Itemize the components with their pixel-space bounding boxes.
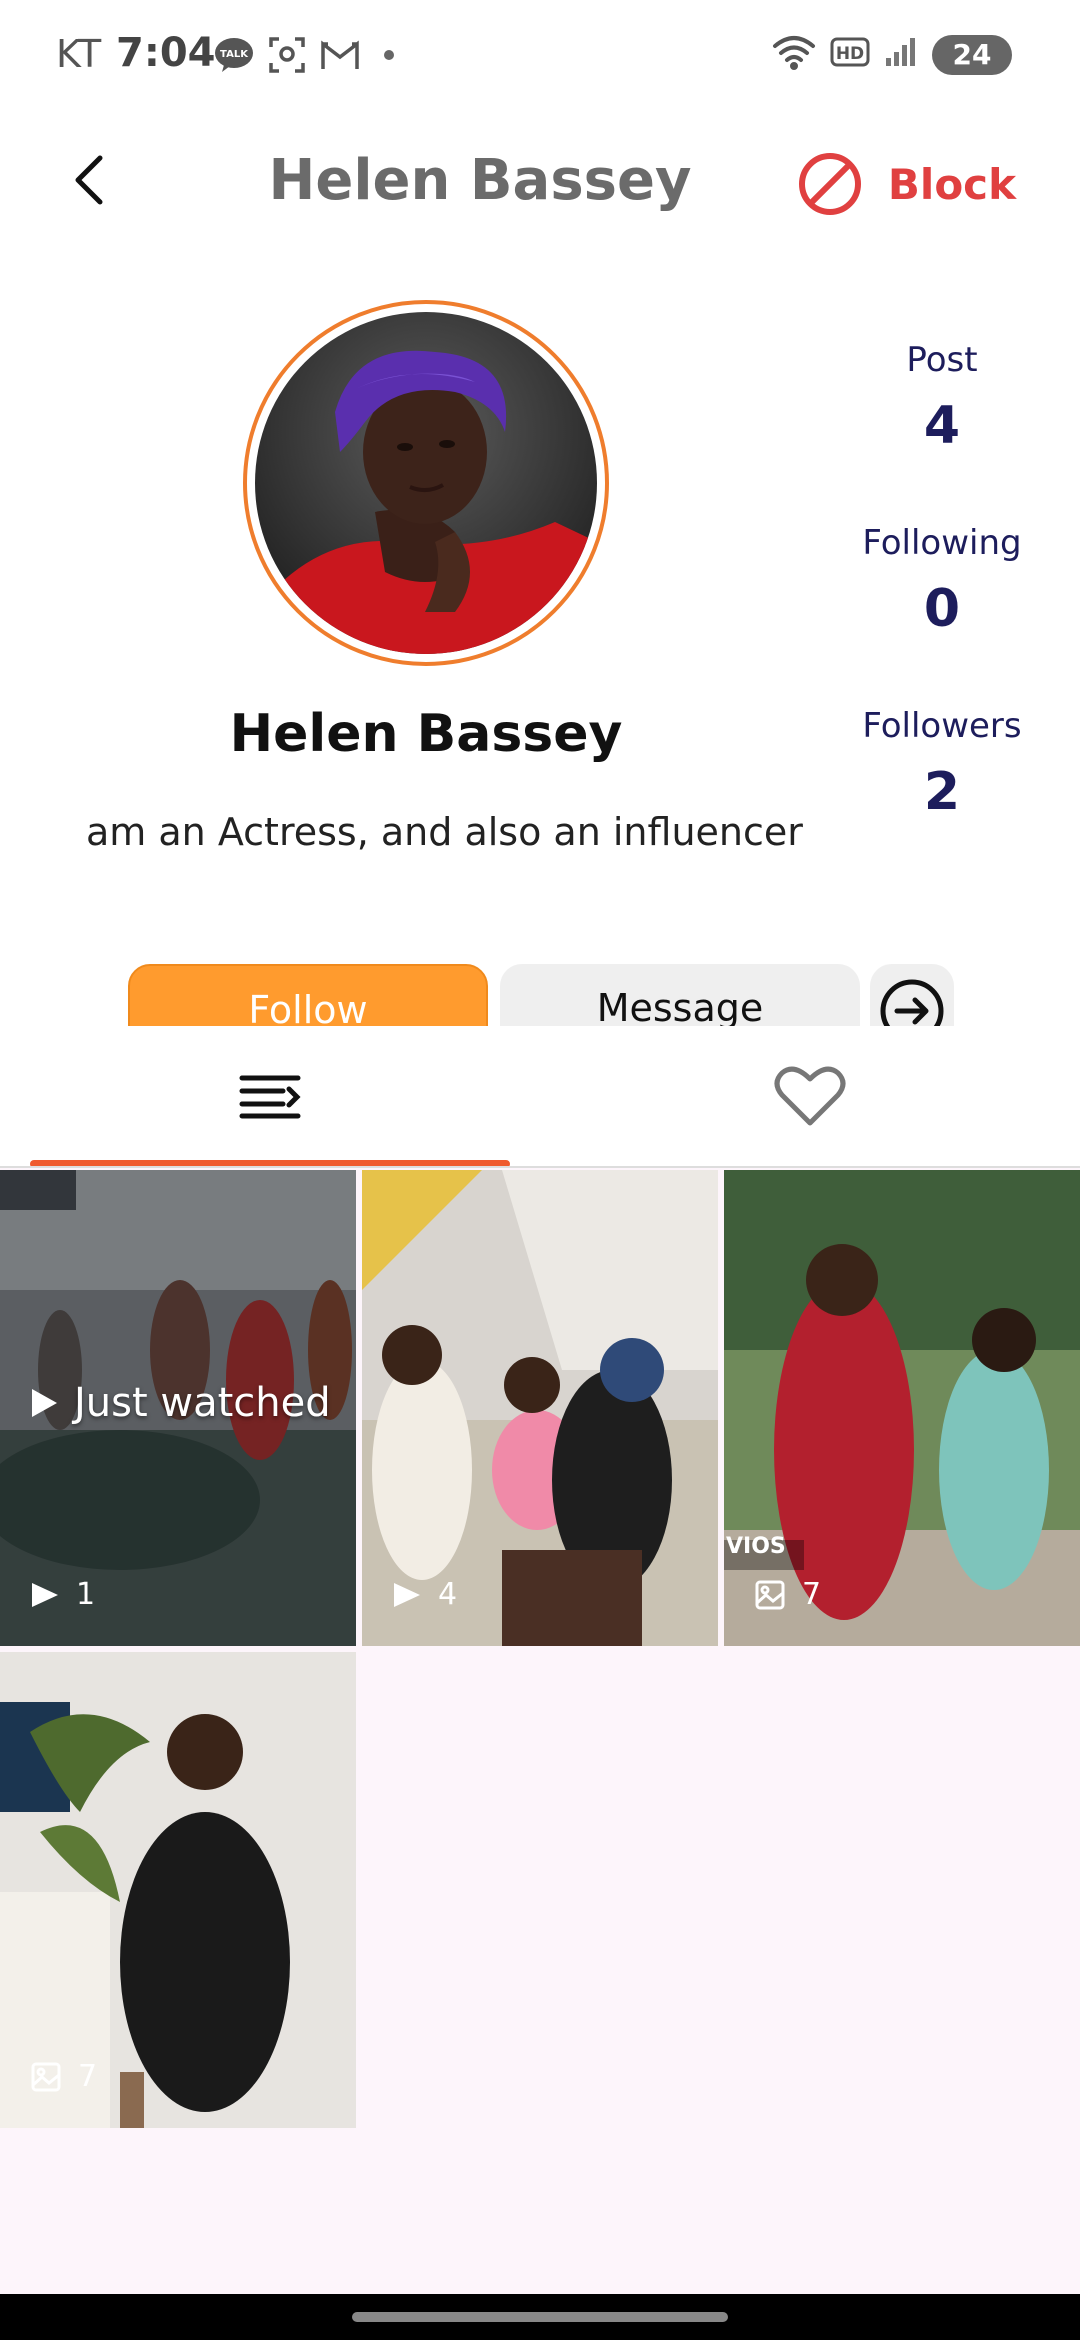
gmail-icon — [320, 39, 360, 76]
stat-posts-value: 4 — [923, 396, 961, 456]
grid-tile-1[interactable]: Just watched 1 — [0, 1170, 356, 1646]
arrow-right-circle-icon — [880, 979, 944, 1026]
share-button[interactable] — [870, 964, 954, 1026]
feed-list-icon — [239, 1075, 301, 1119]
stat-posts-label: Post — [906, 340, 978, 380]
image-icon — [755, 1580, 785, 1609]
block-label: Block — [887, 159, 1016, 209]
wifi-icon — [772, 34, 816, 75]
image-count: 7 — [78, 2059, 98, 2094]
couple-outdoor-thumbnail — [724, 1170, 1080, 1646]
play-icon — [394, 1582, 420, 1607]
view-count-badge: 4 — [392, 1577, 457, 1612]
stat-posts[interactable]: Post 4 — [842, 340, 1042, 456]
stat-following-label: Following — [862, 523, 1022, 563]
profile-name: Helen Bassey — [229, 704, 623, 764]
carrier-label: KT — [56, 32, 102, 76]
block-button[interactable]: Block — [798, 152, 1016, 216]
system-nav-bar — [0, 2294, 1080, 2340]
action-buttons: Follow Message — [0, 964, 1080, 1026]
avatar — [255, 312, 597, 654]
play-icon — [32, 1389, 57, 1417]
home-indicator[interactable] — [352, 2312, 728, 2322]
status-bar: KT 7:04 TALK HD 24 — [0, 0, 1080, 110]
play-icon — [32, 1582, 58, 1607]
grid-tile-2[interactable]: 4 — [362, 1170, 718, 1646]
image-count-badge: 7 — [754, 1577, 821, 1612]
tab-divider — [0, 1166, 1080, 1168]
image-icon — [31, 2062, 61, 2091]
view-count-badge: 1 — [30, 1577, 95, 1612]
notification-dot-icon — [374, 45, 404, 70]
grid-tile-4[interactable]: 7 — [0, 1652, 356, 2128]
talk-icon: TALK — [214, 37, 254, 78]
talk-icon-text: TALK — [220, 49, 249, 60]
avatar-ring[interactable] — [243, 300, 609, 666]
sofa-friends-thumbnail — [362, 1170, 718, 1646]
block-icon — [798, 153, 861, 215]
stat-followers[interactable]: Followers 2 — [842, 706, 1042, 822]
view-count: 4 — [438, 1577, 458, 1612]
hd-badge-text: HD — [836, 44, 864, 64]
view-count: 1 — [76, 1577, 96, 1612]
message-button[interactable]: Message — [500, 964, 860, 1026]
tab-posts[interactable] — [0, 1026, 540, 1166]
just-watched-label: Just watched — [26, 1380, 331, 1426]
profile-tabs — [0, 1026, 1080, 1168]
tab-likes[interactable] — [540, 1026, 1080, 1166]
screenshot-icon — [268, 36, 306, 79]
grid-tile-3[interactable]: VIOS 7 — [724, 1170, 1080, 1646]
signal-icon — [884, 36, 918, 73]
image-count-badge: 7 — [30, 2059, 97, 2094]
watermark-text: VIOS — [726, 1534, 786, 1559]
heart-icon — [774, 1066, 846, 1126]
stat-followers-value: 2 — [923, 762, 961, 822]
image-count: 7 — [802, 1577, 822, 1612]
stat-following-value: 0 — [923, 579, 961, 639]
profile-bio: am an Actress, and also an influencer — [86, 810, 803, 854]
clock: 7:04 — [116, 30, 216, 76]
stat-following[interactable]: Following 0 — [842, 523, 1042, 639]
just-watched-text: Just watched — [74, 1380, 331, 1426]
black-dress-thumbnail — [0, 1652, 356, 2128]
battery-indicator: 24 — [932, 34, 1012, 75]
follow-button[interactable]: Follow — [128, 964, 488, 1026]
hd-badge-icon: HD — [830, 36, 870, 73]
stat-followers-label: Followers — [862, 706, 1022, 746]
